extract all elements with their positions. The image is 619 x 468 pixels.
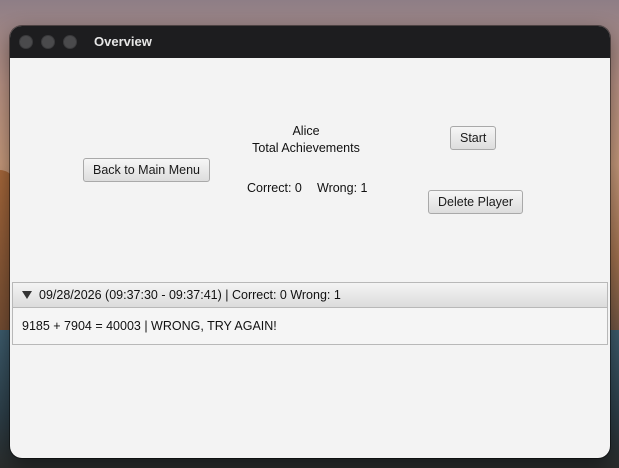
zoom-window-button[interactable] bbox=[63, 35, 77, 49]
correct-count: Correct: 0 bbox=[247, 181, 302, 195]
disclosure-arrow-down-icon[interactable] bbox=[22, 291, 32, 299]
session-titled-pane-header[interactable]: 09/28/2026 (09:37:30 - 09:37:41) | Corre… bbox=[12, 282, 608, 308]
overview-content: Back to Main Menu Alice Total Achievemen… bbox=[10, 58, 610, 458]
close-window-button[interactable] bbox=[19, 35, 33, 49]
session-entry: 9185 + 7904 = 40003 | WRONG, TRY AGAIN! bbox=[22, 319, 277, 333]
title-bar[interactable]: Overview bbox=[10, 26, 610, 58]
minimize-window-button[interactable] bbox=[41, 35, 55, 49]
wrong-count: Wrong: 1 bbox=[317, 181, 368, 195]
total-achievements-label: Total Achievements bbox=[252, 141, 360, 155]
player-name: Alice bbox=[292, 124, 320, 138]
overview-window: Overview Back to Main Menu Alice Total A… bbox=[10, 26, 610, 458]
start-button[interactable]: Start bbox=[450, 126, 497, 150]
delete-player-button[interactable]: Delete Player bbox=[428, 190, 524, 214]
back-to-main-menu-button[interactable]: Back to Main Menu bbox=[83, 158, 210, 182]
session-header-label: 09/28/2026 (09:37:30 - 09:37:41) | Corre… bbox=[39, 288, 341, 302]
session-entries: 9185 + 7904 = 40003 | WRONG, TRY AGAIN! bbox=[12, 308, 608, 345]
window-title: Overview bbox=[94, 34, 152, 49]
